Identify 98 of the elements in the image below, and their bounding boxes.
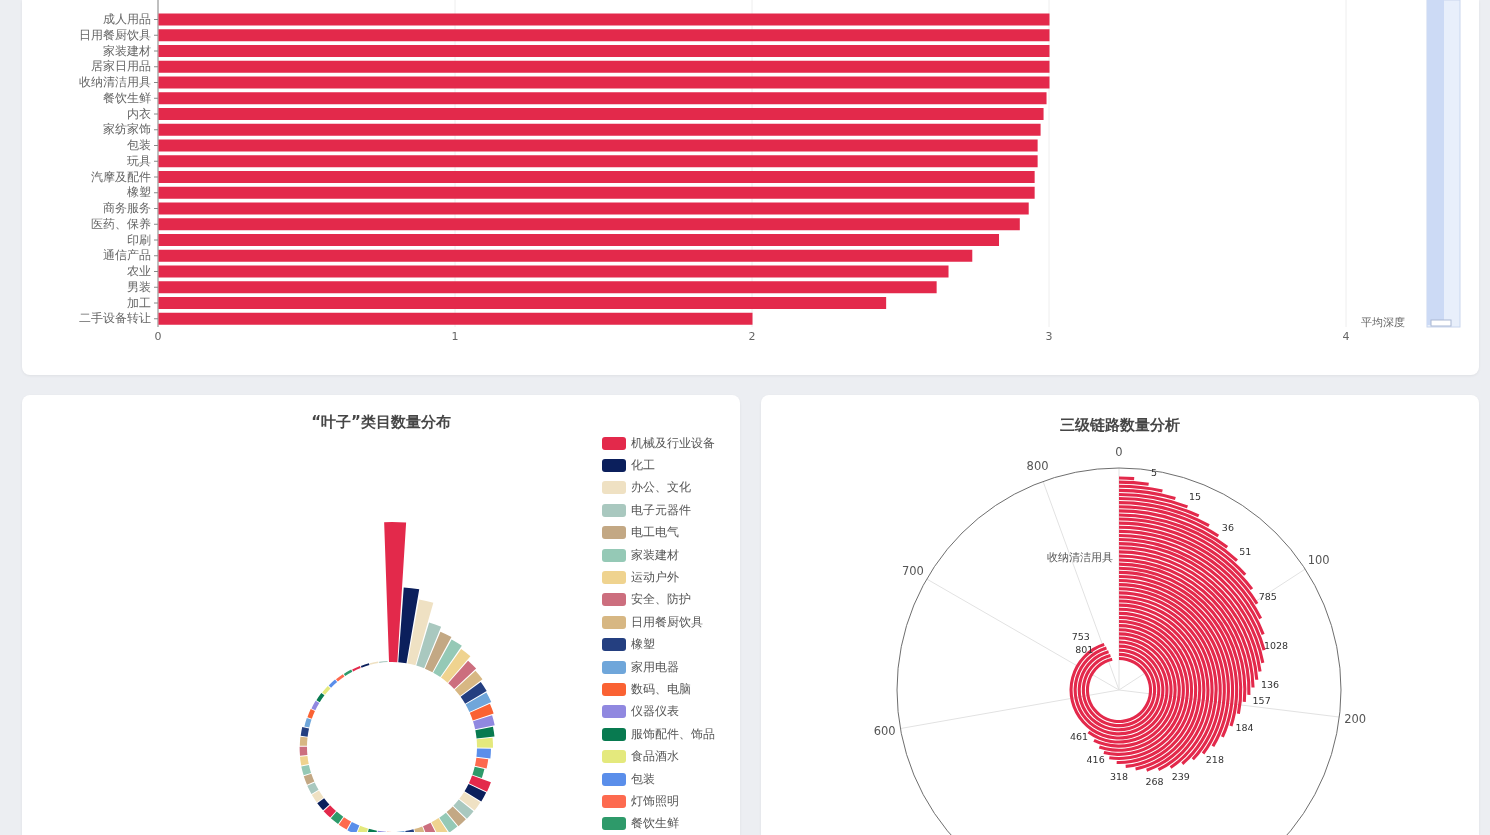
data-label: 785 <box>1258 591 1277 603</box>
legend-label[interactable]: 日用餐厨饮具 <box>631 614 703 630</box>
data-label: 36 <box>1221 521 1234 533</box>
bar <box>465 692 492 712</box>
data-label: 239 <box>1171 771 1190 783</box>
bar <box>476 737 493 748</box>
data-label: 184 <box>1235 721 1254 733</box>
data-label: 318 <box>1109 770 1129 782</box>
data-label: 15 <box>1189 490 1202 502</box>
bar <box>328 679 338 688</box>
category-label: 家纺家饰 <box>103 122 151 137</box>
category-label: 二手设备转让 <box>79 311 151 326</box>
category-label: 加工 <box>127 295 151 310</box>
data-label: 218 <box>1205 754 1224 766</box>
bar <box>307 782 319 794</box>
data-label: 801 <box>1075 644 1094 656</box>
tick-label: 0 <box>1115 445 1123 459</box>
bar <box>311 700 320 711</box>
category-label: 内衣 <box>127 106 151 121</box>
bar <box>453 799 474 819</box>
tick-label: 1 <box>451 330 459 343</box>
data-label: 51 <box>1239 545 1252 557</box>
category-label: 成人用品 <box>103 12 151 26</box>
tick-label: 3 <box>1045 330 1053 343</box>
data-label: 136 <box>1261 678 1280 690</box>
bar <box>299 736 308 746</box>
legend-label[interactable]: 家用电器 <box>631 659 679 675</box>
bar <box>338 817 352 830</box>
legend-label[interactable]: 包装 <box>631 771 655 787</box>
category-label: 家装建材 <box>103 43 151 58</box>
legend-label[interactable]: 服饰配件、饰品 <box>631 726 715 742</box>
legend-label[interactable]: 食品酒水 <box>631 749 679 765</box>
bar <box>299 746 308 756</box>
zoom-slider[interactable] <box>1426 0 1461 328</box>
category-label: 商务服务 <box>103 201 151 215</box>
category-label: 男装 <box>127 279 151 294</box>
tick-label: 700 <box>901 564 924 578</box>
category-label: 汽摩及配件 <box>91 169 151 184</box>
tick-label: 0 <box>154 330 162 343</box>
bar <box>300 726 310 737</box>
legend-label[interactable]: 仪器仪表 <box>631 704 679 720</box>
legend-label[interactable]: 电工电气 <box>631 525 679 541</box>
data-label: 753 <box>1071 631 1090 643</box>
bar <box>476 748 491 759</box>
legend-label[interactable]: 数码、电脑 <box>631 681 691 697</box>
bar <box>473 715 495 730</box>
bar <box>311 790 324 803</box>
legend-label[interactable]: 灯饰照明 <box>631 793 679 809</box>
category-label: 居家日用品 <box>91 59 151 74</box>
bar <box>303 773 315 785</box>
bar <box>469 703 494 721</box>
bar <box>330 811 344 824</box>
axis-label: 收纳清洁用具 <box>1047 551 1113 564</box>
legend-label[interactable]: 化工 <box>631 458 655 474</box>
tick-label: 4 <box>1342 330 1350 343</box>
legend-label[interactable]: 家装建材 <box>631 547 679 563</box>
legend-label[interactable]: 办公、文化 <box>631 480 691 496</box>
tick-label: 100 <box>1307 553 1330 568</box>
bar <box>299 755 309 766</box>
bar <box>316 692 325 703</box>
bar <box>459 792 481 811</box>
legend-label[interactable]: 安全、防护 <box>631 592 691 608</box>
tick-label: 2 <box>748 330 756 343</box>
data-label: 268 <box>1145 776 1164 788</box>
tick-label: 600 <box>873 724 896 739</box>
data-label: 5 <box>1150 466 1157 478</box>
legend-label[interactable]: 橡塑 <box>631 637 655 653</box>
category-label: 餐饮生鲜 <box>103 90 151 105</box>
bar <box>301 764 312 776</box>
category-label: 橡塑 <box>127 185 151 200</box>
bar <box>464 783 487 802</box>
data-label: 416 <box>1086 754 1105 766</box>
category-label: 包装 <box>127 138 151 152</box>
chart-title: 三级链路数量分析 <box>1060 415 1180 435</box>
bar <box>475 726 495 739</box>
data-label: 461 <box>1069 731 1089 743</box>
category-label: 通信产品 <box>103 248 151 263</box>
bar <box>474 757 489 769</box>
legend-label[interactable]: 运动户外 <box>631 570 679 585</box>
category-label: 玩具 <box>127 153 151 168</box>
bar <box>322 685 331 695</box>
data-label: 157 <box>1252 694 1271 706</box>
tick-label: 200 <box>1344 712 1367 726</box>
axis-title: 平均深度 <box>1361 316 1405 329</box>
chart-title: “叶子”类目数量分布 <box>311 411 451 432</box>
category-label: 日用餐厨饮具 <box>79 27 151 42</box>
bar <box>317 798 330 811</box>
legend-label[interactable]: 电子元器件 <box>631 502 691 518</box>
bar <box>323 805 336 818</box>
data-label: 1028 <box>1264 639 1289 651</box>
legend-label[interactable]: 机械及行业设备 <box>631 435 715 451</box>
category-label: 农业 <box>127 264 151 278</box>
legend-label[interactable]: 餐饮生鲜 <box>631 816 679 832</box>
bar <box>454 670 483 697</box>
category-label: 收纳清洁用具 <box>79 75 151 89</box>
category-label: 印刷 <box>127 232 151 247</box>
tick-label: 800 <box>1026 459 1049 474</box>
category-label: 医药、保养 <box>91 216 151 231</box>
